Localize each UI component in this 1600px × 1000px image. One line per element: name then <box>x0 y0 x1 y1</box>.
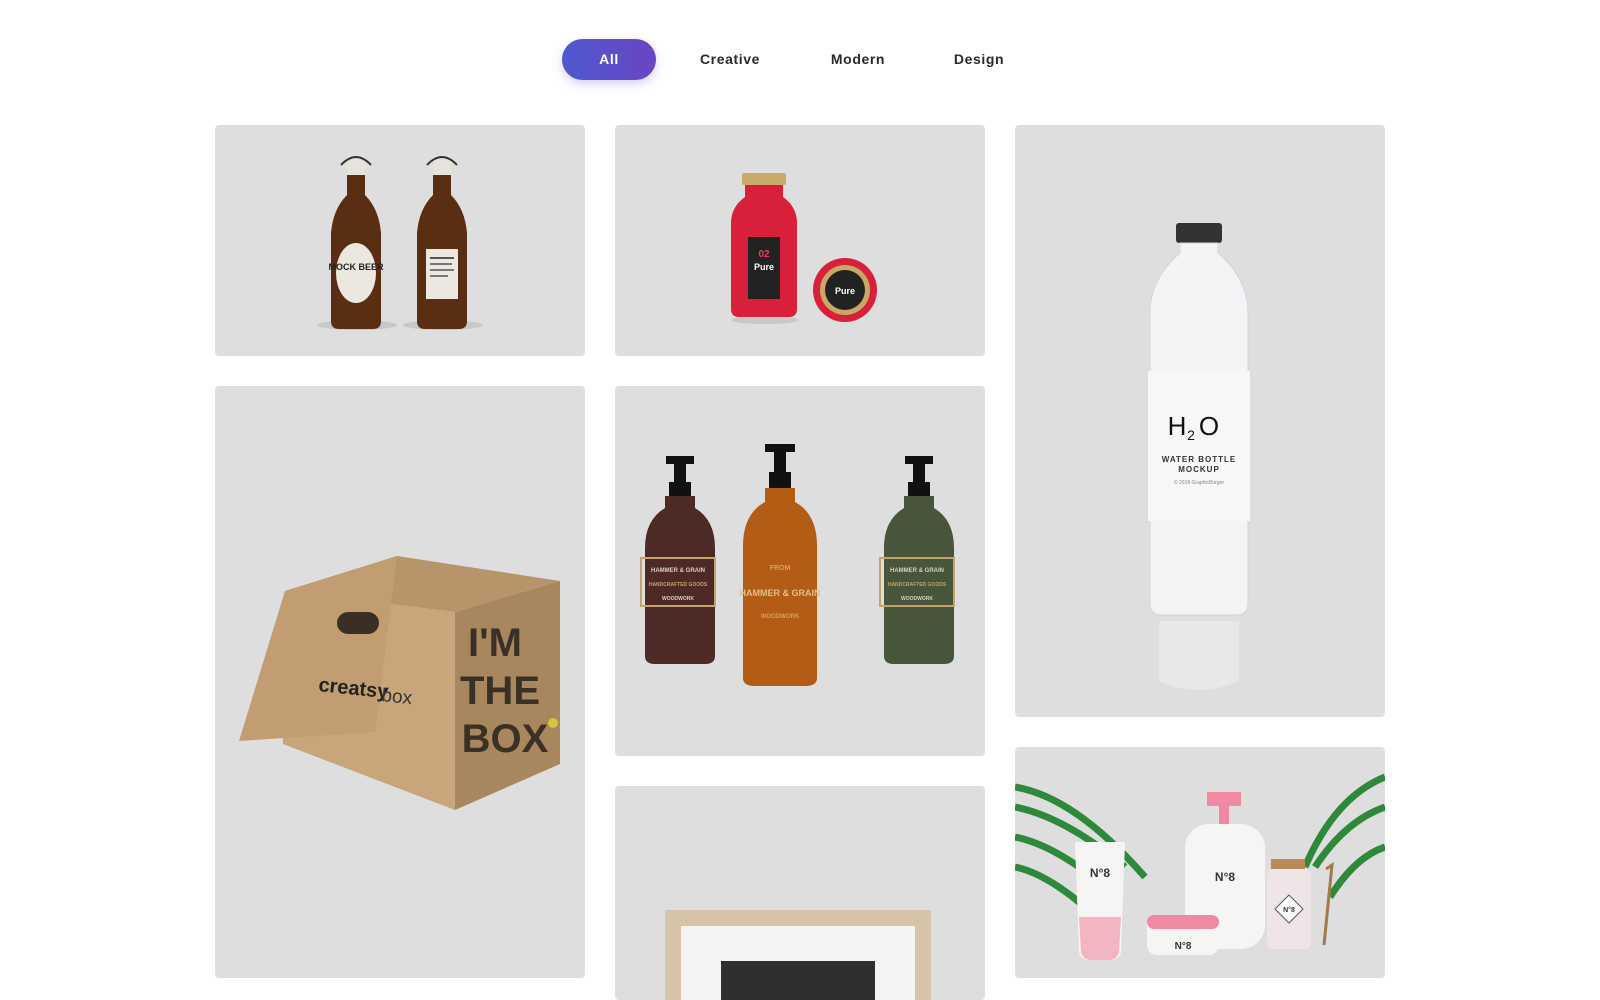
box-side-text-3: BOX <box>462 717 549 761</box>
portfolio-item-beer-bottles[interactable]: MOCK BEER <box>215 125 585 356</box>
h2o-sub-text: 2 <box>1187 427 1195 443</box>
portfolio-item-juice[interactable]: 02 Pure Pure <box>615 125 985 356</box>
tube-mark-text: N°8 <box>1090 866 1110 880</box>
juice-brand-text: Pure <box>754 262 774 272</box>
box-image: creatsy box I'M THE BOX <box>239 556 560 810</box>
pump-mid-big-text: HAMMER & GRAIN <box>740 588 821 598</box>
water-line2-text: MOCKUP <box>1178 465 1220 474</box>
water-bottle-image: H 2 O WATER BOTTLE MOCKUP © 2018 Graphic… <box>1148 223 1250 690</box>
pump-left-mid-text: HANDCRAFTED GOODS <box>649 582 708 588</box>
filter-bar: All Creative Modern Design <box>0 39 1600 80</box>
beer-label-text: MOCK BEER <box>328 262 384 272</box>
h2o-o-text: O <box>1199 411 1219 441</box>
pump-right-top-text: HAMMER & GRAIN <box>890 568 944 574</box>
h2o-h-text: H <box>1168 411 1187 441</box>
juice-jar-brand-text: Pure <box>835 286 855 296</box>
box-suffix-text: box <box>380 685 413 709</box>
beer-bottles-image: MOCK BEER <box>317 155 483 330</box>
portfolio-item-water-bottle[interactable]: H 2 O WATER BOTTLE MOCKUP © 2018 Graphic… <box>1015 125 1385 717</box>
filter-design-button[interactable]: Design <box>936 39 1022 80</box>
portfolio-item-box[interactable]: creatsy box I'M THE BOX <box>215 386 585 978</box>
pump-left-bottom-text: WOODWORK <box>662 596 694 602</box>
pump-mark-text: N°8 <box>1215 870 1235 884</box>
pump-right-bottom-text: WOODWORK <box>901 596 933 602</box>
pump-left-top-text: HAMMER & GRAIN <box>651 568 705 574</box>
filter-creative-button[interactable]: Creative <box>684 39 776 80</box>
box-side-text-2: THE <box>460 669 540 713</box>
juice-bottle-image: 02 Pure Pure <box>731 173 877 324</box>
pump-mid-from-text: FROM <box>770 565 791 572</box>
portfolio-item-pump-bottles[interactable]: HAMMER & GRAIN HANDCRAFTED GOODS WOODWOR… <box>615 386 985 756</box>
portfolio-item-cosmetics[interactable]: N°8 N°8 N°8 N°8 <box>1015 747 1385 978</box>
pump-right-mid-text: HANDCRAFTED GOODS <box>888 582 947 588</box>
juice-number-text: 02 <box>758 249 770 260</box>
salt-mark-text: N°8 <box>1283 906 1295 914</box>
cosmetics-image: N°8 N°8 N°8 N°8 <box>1015 773 1385 960</box>
pump-bottles-image: HAMMER & GRAIN HANDCRAFTED GOODS WOODWOR… <box>640 444 955 686</box>
box-side-text-1: I'M <box>468 621 522 665</box>
water-line1-text: WATER BOTTLE <box>1162 455 1237 464</box>
filter-all-button[interactable]: All <box>562 39 656 80</box>
filter-modern-button[interactable]: Modern <box>810 39 906 80</box>
pump-mid-bottom-text: WOODWORK <box>761 614 800 620</box>
jar-mark-text: N°8 <box>1175 941 1192 952</box>
frame-image <box>665 910 931 1000</box>
water-credit-text: © 2018 GraphicBurger <box>1174 479 1224 486</box>
portfolio-item-frame[interactable] <box>615 786 985 1000</box>
